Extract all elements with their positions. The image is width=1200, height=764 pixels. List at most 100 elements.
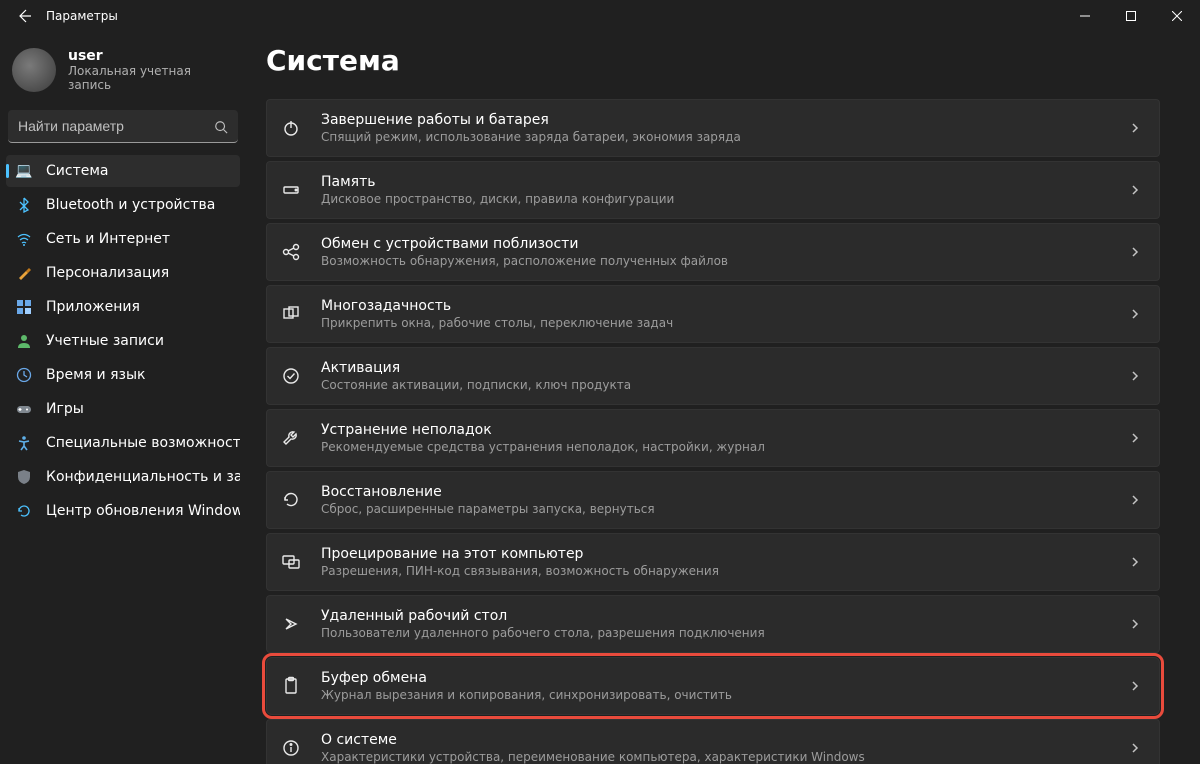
card-subtitle: Характеристики устройства, переименовани… (321, 750, 1109, 764)
sidebar: user Локальная учетная запись 💻 Система Bl… (0, 32, 246, 764)
card-title: Память (321, 174, 1109, 190)
sidebar-item-privacy[interactable]: Конфиденциальность и защита (6, 461, 240, 493)
window-controls (1062, 0, 1200, 32)
card-title: Восстановление (321, 484, 1109, 500)
project-icon (281, 552, 301, 572)
activation-icon (281, 366, 301, 386)
card-title: Буфер обмена (321, 670, 1109, 686)
sidebar-item-bluetooth[interactable]: Bluetooth и устройства (6, 189, 240, 221)
gaming-icon (16, 401, 32, 417)
card-title: Устранение неполадок (321, 422, 1109, 438)
window-title: Параметры (46, 9, 118, 23)
card-subtitle: Прикрепить окна, рабочие столы, переключ… (321, 316, 1109, 330)
sidebar-item-label: Приложения (46, 299, 140, 315)
sidebar-item-label: Игры (46, 401, 84, 417)
titlebar: Параметры (0, 0, 1200, 32)
share-icon (281, 242, 301, 262)
card-subtitle: Рекомендуемые средства устранения непола… (321, 440, 1109, 454)
chevron-right-icon (1129, 246, 1141, 258)
chevron-right-icon (1129, 742, 1141, 754)
sidebar-item-network[interactable]: Сеть и Интернет (6, 223, 240, 255)
chevron-right-icon (1129, 618, 1141, 630)
network-icon (16, 231, 32, 247)
power-icon (281, 118, 301, 138)
sidebar-item-personalize[interactable]: Персонализация (6, 257, 240, 289)
minimize-button[interactable] (1062, 0, 1108, 32)
settings-card-recovery[interactable]: Восстановление Сброс, расширенные парамет… (266, 471, 1160, 529)
chevron-right-icon (1129, 184, 1141, 196)
card-title: О системе (321, 732, 1109, 748)
sidebar-item-label: Bluetooth и устройства (46, 197, 215, 213)
sidebar-item-label: Время и язык (46, 367, 145, 383)
sidebar-item-access[interactable]: Специальные возможности (6, 427, 240, 459)
chevron-right-icon (1129, 556, 1141, 568)
main-panel: Система Завершение работы и батарея Спящи… (246, 32, 1200, 764)
sidebar-item-update[interactable]: Центр обновления Windows (6, 495, 240, 527)
sidebar-item-time[interactable]: Время и язык (6, 359, 240, 391)
card-subtitle: Журнал вырезания и копирования, синхрони… (321, 688, 1109, 702)
chevron-right-icon (1129, 680, 1141, 692)
chevron-right-icon (1129, 494, 1141, 506)
account-type: Локальная учетная запись (68, 64, 234, 92)
card-title: Многозадачность (321, 298, 1109, 314)
recovery-icon (281, 490, 301, 510)
maximize-button[interactable] (1108, 0, 1154, 32)
settings-card-storage[interactable]: Память Дисковое пространство, диски, прав… (266, 161, 1160, 219)
chevron-right-icon (1129, 122, 1141, 134)
card-subtitle: Состояние активации, подписки, ключ прод… (321, 378, 1109, 392)
settings-card-multitask[interactable]: Многозадачность Прикрепить окна, рабочие … (266, 285, 1160, 343)
page-title: Система (266, 44, 1160, 77)
card-subtitle: Дисковое пространство, диски, правила ко… (321, 192, 1109, 206)
card-title: Удаленный рабочий стол (321, 608, 1109, 624)
system-icon: 💻 (16, 163, 32, 179)
close-button[interactable] (1154, 0, 1200, 32)
card-subtitle: Пользователи удаленного рабочего стола, … (321, 626, 1109, 640)
settings-card-troubleshoot[interactable]: Устранение неполадок Рекомендуемые средст… (266, 409, 1160, 467)
sidebar-item-system[interactable]: 💻 Система (6, 155, 240, 187)
settings-card-activation[interactable]: Активация Состояние активации, подписки, … (266, 347, 1160, 405)
chevron-right-icon (1129, 432, 1141, 444)
settings-card-about[interactable]: О системе Характеристики устройства, пере… (266, 719, 1160, 764)
sidebar-item-label: Сеть и Интернет (46, 231, 170, 247)
sidebar-item-label: Конфиденциальность и защита (46, 469, 240, 485)
sidebar-item-label: Специальные возможности (46, 435, 240, 451)
search-wrap (8, 110, 238, 143)
settings-card-project[interactable]: Проецирование на этот компьютерРазрешени… (266, 533, 1160, 591)
card-subtitle: Разрешения, ПИН-код связывания, возможно… (321, 564, 1109, 578)
card-subtitle: Сброс, расширенные параметры запуска, ве… (321, 502, 1109, 516)
storage-icon (281, 180, 301, 200)
profile-block[interactable]: user Локальная учетная запись (4, 42, 242, 106)
sidebar-item-label: Персонализация (46, 265, 169, 281)
remote-icon (281, 614, 301, 634)
settings-card-remote[interactable]: Удаленный рабочий стол Пользователи удале… (266, 595, 1160, 653)
search-icon (214, 120, 228, 134)
time-icon (16, 367, 32, 383)
card-subtitle: Возможность обнаружения, расположение по… (321, 254, 1109, 268)
sidebar-item-apps[interactable]: Приложения (6, 291, 240, 323)
settings-card-share[interactable]: Обмен с устройствами поблизостиВозможнос… (266, 223, 1160, 281)
troubleshoot-icon (281, 428, 301, 448)
card-title: Завершение работы и батарея (321, 112, 1109, 128)
sidebar-item-label: Учетные записи (46, 333, 164, 349)
clipboard-icon (281, 676, 301, 696)
personalize-icon (16, 265, 32, 281)
search-input[interactable] (8, 110, 238, 143)
sidebar-item-accounts[interactable]: Учетные записи (6, 325, 240, 357)
back-button[interactable] (16, 8, 32, 24)
chevron-right-icon (1129, 308, 1141, 320)
bluetooth-icon (16, 197, 32, 213)
card-subtitle: Спящий режим, использование заряда батар… (321, 130, 1109, 144)
card-title: Активация (321, 360, 1109, 376)
access-icon (16, 435, 32, 451)
settings-card-power[interactable]: Завершение работы и батарея Спящий режим,… (266, 99, 1160, 157)
sidebar-item-gaming[interactable]: Игры (6, 393, 240, 425)
username: user (68, 48, 234, 64)
sidebar-item-label: Центр обновления Windows (46, 503, 240, 519)
chevron-right-icon (1129, 370, 1141, 382)
avatar (12, 48, 56, 92)
sidebar-item-label: Система (46, 163, 108, 179)
about-icon (281, 738, 301, 758)
accounts-icon (16, 333, 32, 349)
multitask-icon (281, 304, 301, 324)
settings-card-clipboard[interactable]: Буфер обмена Журнал вырезания и копирован… (266, 657, 1160, 715)
